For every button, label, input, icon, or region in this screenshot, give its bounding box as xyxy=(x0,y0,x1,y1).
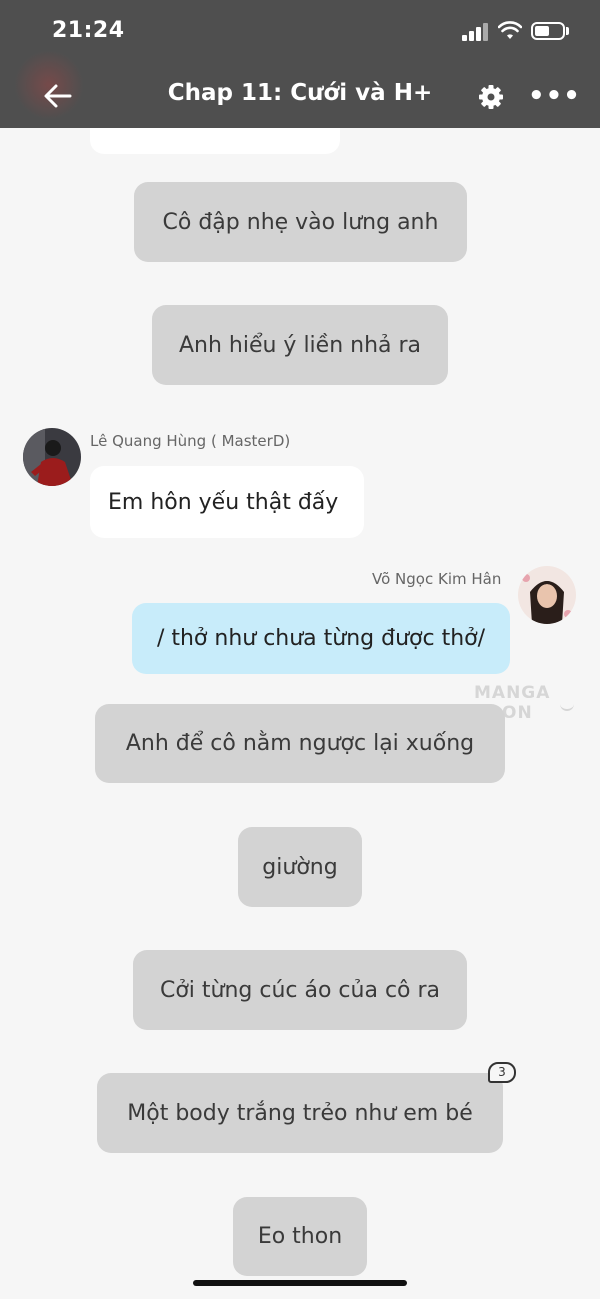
comment-count-badge[interactable]: 3 xyxy=(488,1062,516,1083)
narration-bubble: Anh hiểu ý liền nhả ra xyxy=(152,305,448,385)
chat-bubble: Em hôn yếu thật đấy xyxy=(90,466,364,538)
status-time: 21:24 xyxy=(52,18,125,43)
avatar-le-quang-hung[interactable] xyxy=(23,428,81,486)
narration-bubble: Một body trắng trẻo như em bé xyxy=(97,1073,503,1153)
narration-bubble: Cô đập nhẹ vào lưng anh xyxy=(134,182,467,262)
battery-icon xyxy=(531,22,565,40)
narration-bubble: Eo thon xyxy=(233,1197,367,1276)
top-bar: 21:24 Chap 11: Cưới và H+ ••• xyxy=(0,0,600,128)
avatar-vo-ngoc-kim-han[interactable] xyxy=(518,566,576,624)
more-options-icon[interactable]: ••• xyxy=(528,83,580,109)
author-name: Lê Quang Hùng ( MasterD) xyxy=(90,432,291,450)
avatar-image xyxy=(518,566,576,624)
gear-icon[interactable] xyxy=(477,83,505,111)
narration-bubble: giường xyxy=(238,827,362,907)
narration-bubble: Anh để cô nằm ngược lại xuống xyxy=(95,704,505,783)
wifi-icon xyxy=(498,21,522,39)
reply-bubble: / thở như chưa từng được thở/ xyxy=(132,603,510,674)
avatar-image xyxy=(23,428,81,486)
battery-cap xyxy=(566,27,569,35)
home-indicator[interactable] xyxy=(193,1280,407,1286)
author-name: Võ Ngọc Kim Hân xyxy=(372,570,502,588)
chapter-title: Chap 11: Cưới và H+ xyxy=(167,80,433,106)
back-arrow-icon[interactable] xyxy=(40,78,76,114)
signal-icon xyxy=(462,23,490,41)
narration-bubble: Cởi từng cúc áo của cô ra xyxy=(133,950,467,1030)
